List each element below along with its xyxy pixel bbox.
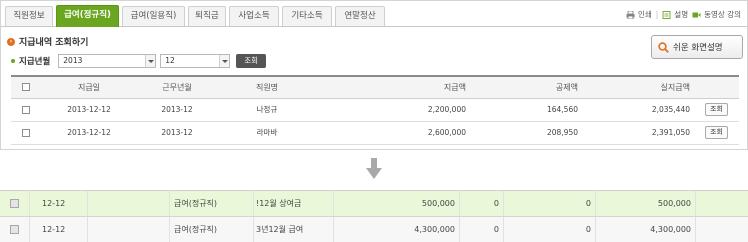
header-gross: 지급액	[317, 75, 470, 99]
select-all-checkbox[interactable]	[22, 83, 30, 92]
query-section-title: › 지급내역 조회하기	[7, 35, 88, 48]
period-label: 지급년월	[19, 57, 51, 67]
tab-year-end[interactable]: 연말정산	[335, 6, 385, 26]
cell-empty	[88, 191, 170, 216]
guide-tool[interactable]: 설명	[662, 9, 688, 20]
tab-other-income[interactable]: 기타소득	[282, 6, 332, 26]
payroll-panel: 직원정보 급여(정규직) 급여(일용직) 퇴직금 사업소득 기타소득 연말정산 …	[0, 0, 748, 150]
month-value: 12	[165, 56, 175, 65]
cell-value-2: 0	[504, 191, 596, 216]
header-deduction: 공제액	[470, 75, 582, 99]
video-camera-icon	[692, 12, 701, 17]
chevron-down-icon[interactable]	[145, 55, 156, 67]
bullet-dot-icon	[11, 59, 15, 63]
row-select-cell	[11, 121, 41, 145]
cell-net: 2,035,440	[582, 98, 694, 122]
cell-gross: 2,200,000	[317, 98, 470, 122]
cell-type: 급여(정규직)	[170, 191, 254, 216]
cell-work-month: 2013-12	[137, 98, 217, 122]
cell-value-1: 0	[460, 217, 504, 242]
cell-date: 12-12	[30, 191, 88, 216]
print-tool[interactable]: 인쇄	[626, 9, 652, 20]
table-header-row: 지급일 근무년월 직원명 지급액 공제액 실지급액	[11, 75, 739, 99]
video-label: 동영상 강의	[704, 10, 741, 19]
row-select-cell	[0, 191, 30, 216]
header-pay-date: 지급일	[41, 75, 137, 99]
print-label: 인쇄	[637, 10, 652, 19]
query-row: 지급년월 2013 12 조회	[11, 54, 267, 68]
printer-icon	[626, 10, 635, 19]
cell-amount: 500,000	[334, 191, 460, 216]
year-value: 2013	[63, 56, 83, 65]
cell-deduction: 208,950	[470, 121, 582, 145]
help-button[interactable]: 쉬운 화면설명	[651, 35, 743, 59]
magnifier-icon	[658, 41, 669, 53]
cell-empty	[88, 217, 170, 242]
tab-bar: 직원정보 급여(정규직) 급여(일용직) 퇴직금 사업소득 기타소득 연말정산 …	[1, 1, 747, 27]
cell-value-2: 0	[504, 217, 596, 242]
table-row: 2013-12-12 2013-12 나정규 2,200,000 164,560…	[11, 98, 739, 122]
year-select[interactable]: 2013	[58, 54, 157, 68]
row-checkbox[interactable]	[22, 106, 30, 114]
chevron-down-icon[interactable]	[219, 55, 230, 67]
cell-date: 12-12	[30, 217, 88, 242]
query-title-text: 지급내역 조회하기	[19, 38, 89, 48]
cell-total: 500,000	[596, 191, 696, 216]
cell-net: 2,391,050	[582, 121, 694, 145]
tab-employee-info[interactable]: 직원정보	[5, 6, 53, 26]
cell-type: 급여(정규직)	[170, 217, 254, 242]
cell-employee-name: 나정규	[217, 98, 317, 122]
header-employee-name: 직원명	[217, 75, 317, 99]
cell-employee-name: 라마바	[217, 121, 317, 145]
search-button[interactable]: 조회	[236, 54, 267, 68]
tab-tools: 인쇄 | 설명 동영상 강의	[626, 9, 741, 20]
cell-deduction: 164,560	[470, 98, 582, 122]
row-view-button[interactable]: 조회	[705, 103, 728, 116]
cell-action: 조회	[694, 98, 739, 122]
tab-business-income[interactable]: 사업소득	[229, 6, 279, 26]
list-item: 12-12 급여(정규직) !12월 상여금 500,000 0 0 500,0…	[0, 191, 748, 217]
cell-pay-date: 2013-12-12	[41, 121, 137, 145]
month-select[interactable]: 12	[160, 54, 231, 68]
chevron-right-icon: ›	[7, 37, 15, 46]
cell-pay-date: 2013-12-12	[41, 98, 137, 122]
cell-value-1: 0	[460, 191, 504, 216]
row-checkbox[interactable]	[10, 199, 19, 208]
row-checkbox[interactable]	[22, 129, 30, 137]
help-button-label: 쉬운 화면설명	[673, 43, 723, 53]
guide-label: 설명	[674, 10, 689, 19]
divider: |	[655, 10, 659, 19]
cell-amount: 4,300,000	[334, 217, 460, 242]
header-net: 실지급액	[582, 75, 694, 99]
payment-table: 지급일 근무년월 직원명 지급액 공제액 실지급액 2013-12-12 201…	[11, 75, 739, 145]
cell-gross: 2,600,000	[317, 121, 470, 145]
table-row: 2013-12-12 2013-12 라마바 2,600,000 208,950…	[11, 121, 739, 145]
cell-description: !12월 상여금	[254, 191, 334, 216]
header-work-month: 근무년월	[137, 75, 217, 99]
list-item: 12-12 급여(정규직) 3년12월 급여 4,300,000 0 0 4,3…	[0, 217, 748, 242]
cell-description: 3년12월 급여	[254, 217, 334, 242]
document-icon	[662, 10, 671, 19]
result-list: 12-12 급여(정규직) !12월 상여금 500,000 0 0 500,0…	[0, 190, 748, 242]
row-select-cell	[0, 217, 30, 242]
arrow-down-icon	[366, 158, 382, 179]
row-view-button[interactable]: 조회	[705, 126, 728, 139]
row-checkbox[interactable]	[10, 225, 19, 234]
header-action	[694, 75, 739, 99]
row-select-cell	[11, 98, 41, 122]
cell-total: 4,300,000	[596, 217, 696, 242]
tab-salary-daily[interactable]: 급여(일용직)	[122, 6, 185, 26]
cell-work-month: 2013-12	[137, 121, 217, 145]
cell-action: 조회	[694, 121, 739, 145]
tab-severance[interactable]: 퇴직금	[188, 6, 226, 26]
tab-salary-regular[interactable]: 급여(정규직)	[56, 5, 119, 27]
select-all-cell	[11, 75, 41, 99]
video-tool[interactable]: 동영상 강의	[692, 9, 741, 20]
